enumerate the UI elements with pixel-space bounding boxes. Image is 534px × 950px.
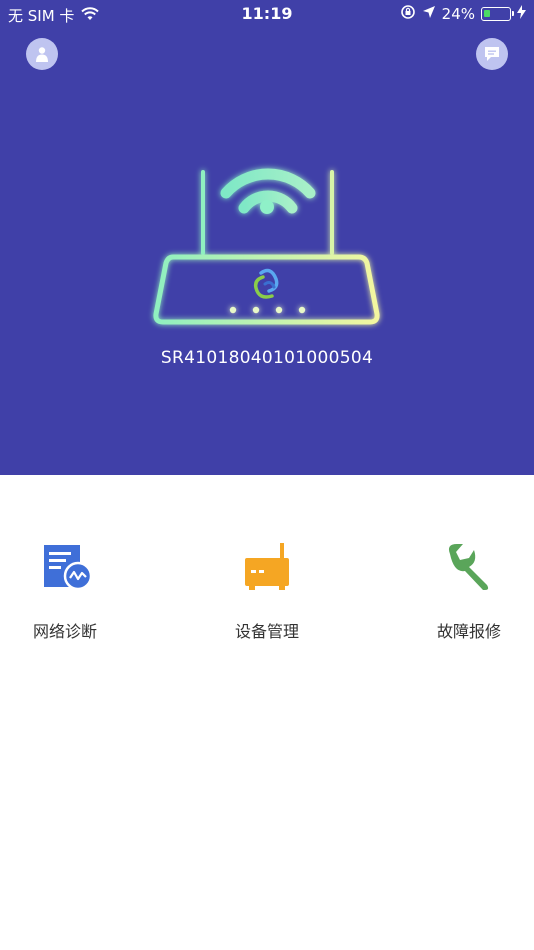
router-device-icon: [245, 543, 289, 590]
person-icon: [36, 47, 48, 62]
network-diagnosis-label: 网络诊断: [32, 622, 97, 641]
repair-report-button[interactable]: 故障报修: [404, 540, 534, 642]
device-management-label: 设备管理: [234, 622, 299, 641]
device-management-button[interactable]: 设备管理: [202, 540, 332, 642]
charging-bolt-icon: [517, 5, 526, 23]
location-arrow-icon: [422, 5, 436, 23]
repair-report-label: 故障报修: [436, 622, 501, 641]
battery-fill: [484, 10, 490, 17]
network-diagnosis-button[interactable]: 网络诊断: [0, 540, 130, 642]
orientation-lock-icon: [400, 4, 416, 24]
message-button[interactable]: [476, 38, 508, 70]
status-right: 24%: [400, 4, 526, 24]
function-menu: 网络诊断 设备管理 故障报修: [0, 475, 534, 950]
router-illustration: [145, 140, 390, 340]
network-diagnosis-icon: [44, 545, 92, 591]
battery-icon: [481, 7, 514, 21]
chat-icon: [485, 47, 499, 61]
profile-button[interactable]: [26, 38, 58, 70]
battery-percent: 24%: [441, 5, 475, 23]
device-serial-number: SR41018040101000504: [160, 348, 374, 368]
brand-logo-icon: [253, 268, 279, 299]
hero-header: 无 SIM 卡 11:19 24% SR41018040101000504: [0, 0, 534, 475]
wrench-icon: [448, 544, 489, 590]
status-bar: 无 SIM 卡 11:19 24%: [0, 0, 534, 28]
